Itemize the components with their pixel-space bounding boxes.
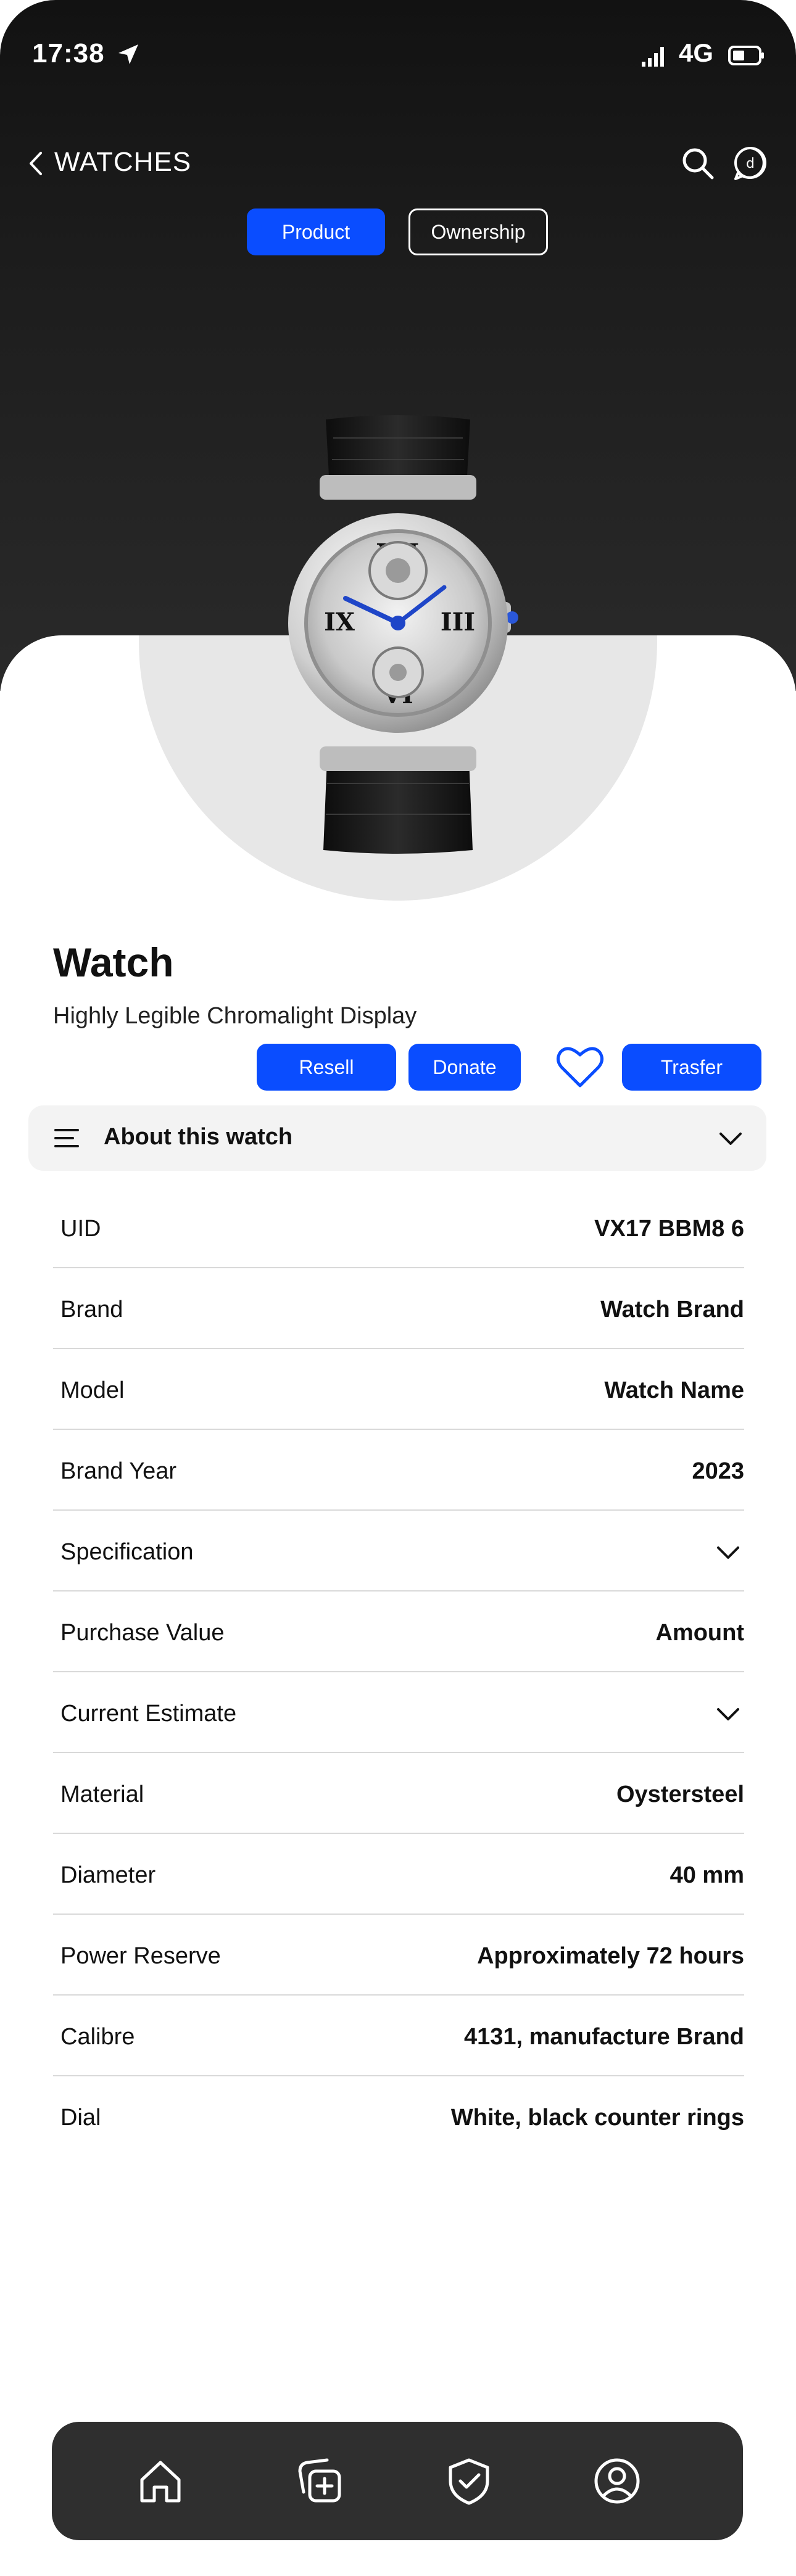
resell-button[interactable]: Resell [257, 1044, 396, 1091]
detail-label: Calibre [60, 2024, 135, 2050]
segment-tabs: Product Ownership [0, 208, 796, 255]
about-accordion[interactable]: About this watch [28, 1105, 766, 1171]
detail-label: Model [60, 1377, 125, 1403]
tab-ownership[interactable]: Ownership [408, 208, 548, 255]
battery-icon [728, 46, 764, 65]
shield-check-icon[interactable] [444, 2456, 494, 2506]
chat-icon[interactable]: d [732, 144, 769, 181]
signal-icon [642, 47, 664, 67]
svg-text:d: d [746, 156, 755, 171]
detail-row-calibre: Calibre 4131, manufacture Brand [53, 1996, 744, 2076]
product-subtitle: Highly Legible Chromalight Display [53, 1003, 417, 1029]
top-nav: WATCHES d [0, 136, 796, 191]
detail-row-diameter: Diameter 40 mm [53, 1834, 744, 1915]
location-arrow-icon [118, 44, 138, 64]
detail-row-dial: Dial White, black counter rings [53, 2076, 744, 2157]
detail-row-power-reserve: Power Reserve Approximately 72 hours [53, 1915, 744, 1996]
svg-text:IX: IX [324, 608, 355, 637]
chevron-down-icon[interactable] [716, 1703, 740, 1725]
detail-label: Brand Year [60, 1458, 177, 1484]
status-network: 4G [679, 38, 714, 67]
heart-icon[interactable] [555, 1045, 605, 1089]
product-title: Watch [53, 939, 174, 985]
detail-label: Power Reserve [60, 1943, 221, 1969]
details-list: UID VX17 BBM8 6 Brand Watch Brand Model … [53, 1187, 744, 2157]
detail-value: Oystersteel [616, 1781, 744, 1807]
detail-value: VX17 BBM8 6 [594, 1216, 744, 1242]
detail-row-current-estimate[interactable]: Current Estimate [53, 1672, 744, 1753]
detail-value: Watch Name [604, 1377, 744, 1403]
detail-value: 4131, manufacture Brand [463, 2024, 744, 2050]
tab-product[interactable]: Product [247, 208, 385, 255]
detail-row-brand-year: Brand Year 2023 [53, 1430, 744, 1511]
detail-value: 40 mm [670, 1862, 744, 1888]
watch-image: XII III VI IX [288, 415, 518, 854]
detail-label: Material [60, 1781, 144, 1807]
detail-label: Brand [60, 1297, 123, 1323]
nav-title[interactable]: WATCHES [54, 147, 191, 178]
detail-row-brand: Brand Watch Brand [53, 1268, 744, 1349]
detail-value: Approximately 72 hours [477, 1943, 744, 1969]
chevron-down-icon [719, 1133, 742, 1145]
donate-button[interactable]: Donate [408, 1044, 521, 1091]
detail-value: 2023 [692, 1458, 744, 1484]
detail-label: Dial [60, 2105, 101, 2131]
detail-row-material: Material Oystersteel [53, 1753, 744, 1834]
transfer-button[interactable]: Trasfer [622, 1044, 761, 1091]
detail-row-purchase-value: Purchase Value Amount [53, 1591, 744, 1672]
status-bar: 17:38 4G [0, 0, 796, 111]
detail-label: Purchase Value [60, 1620, 225, 1646]
detail-row-specification[interactable]: Specification [53, 1511, 744, 1591]
chevron-down-icon[interactable] [716, 1542, 740, 1564]
back-chevron-icon[interactable] [25, 148, 47, 179]
svg-text:III: III [441, 608, 475, 637]
home-icon[interactable] [136, 2456, 185, 2506]
detail-label: Specification [60, 1539, 194, 1565]
profile-icon[interactable] [592, 2456, 642, 2506]
bottom-tab-bar [52, 2422, 743, 2540]
add-collection-icon[interactable] [295, 2456, 344, 2506]
detail-label: Current Estimate [60, 1701, 237, 1727]
detail-row-uid: UID VX17 BBM8 6 [53, 1187, 744, 1268]
detail-label: Diameter [60, 1862, 156, 1888]
detail-value: White, black counter rings [450, 2105, 744, 2131]
detail-value: Watch Brand [600, 1297, 744, 1323]
detail-label: UID [60, 1216, 101, 1242]
menu-lines-icon [54, 1129, 79, 1147]
search-icon[interactable] [679, 144, 716, 181]
detail-value: Amount [655, 1620, 744, 1646]
detail-row-model: Model Watch Name [53, 1349, 744, 1430]
status-time: 17:38 [32, 38, 105, 68]
about-label: About this watch [104, 1124, 293, 1150]
